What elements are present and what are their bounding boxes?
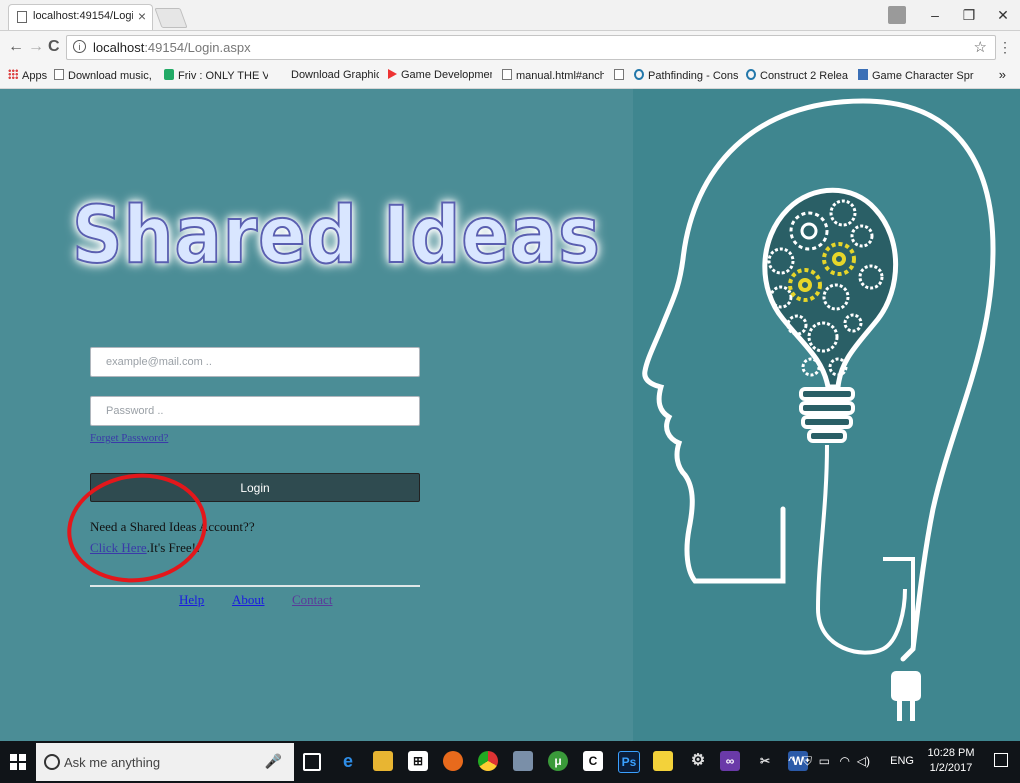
about-link[interactable]: About (232, 592, 265, 608)
settings-gear-icon[interactable]: ⚙ (688, 751, 708, 771)
battery-icon[interactable]: ▭ (819, 754, 830, 768)
bookmark-item[interactable]: Pathfinding - Constru (634, 69, 738, 82)
page-content: Shared Ideas Forget Password? Login Need… (0, 89, 1020, 741)
maximize-button[interactable]: ❐ (952, 7, 986, 24)
cortana-search-box[interactable]: Ask me anything 🎤 (36, 743, 294, 781)
app-icon[interactable] (513, 751, 533, 771)
bookmark-item[interactable]: Game Development V (388, 69, 492, 81)
construct-icon (634, 69, 644, 80)
address-bar[interactable]: i localhost:49154/Login.aspx ☆ (66, 35, 996, 60)
construct-icon[interactable]: C (583, 751, 603, 771)
bookmarks-bar: Apps Download music, mo Friv : ONLY THE … (0, 64, 1020, 89)
file-explorer-icon[interactable] (373, 751, 393, 771)
page-icon (54, 69, 64, 80)
forgot-password-link[interactable]: Forget Password? (90, 432, 168, 444)
sticky-notes-icon[interactable] (653, 751, 673, 771)
photoshop-icon[interactable]: Ps (618, 751, 640, 773)
edge-icon[interactable]: e (338, 751, 358, 771)
bookmark-star-icon[interactable]: ☆ (974, 38, 987, 56)
illustration-panel (633, 89, 1020, 741)
browser-toolbar: ← → C i localhost:49154/Login.aspx ☆ ⋮ (0, 31, 1020, 64)
bookmark-item[interactable]: manual.html#anchor- (502, 69, 604, 82)
head-lightbulb-illustration (642, 98, 996, 721)
apps-icon (8, 69, 18, 80)
search-placeholder: Ask me anything (64, 755, 161, 770)
browser-tab[interactable]: localhost:49154/Login.as × (8, 4, 153, 30)
windows-logo-icon (10, 754, 17, 761)
minimize-button[interactable]: – (918, 7, 952, 23)
page-icon (614, 69, 624, 80)
game-character-icon (858, 69, 868, 80)
firefox-icon[interactable] (443, 751, 463, 771)
close-window-button[interactable]: ✕ (986, 7, 1020, 24)
task-view-icon[interactable] (303, 753, 321, 771)
url-text[interactable]: localhost:49154/Login.aspx (93, 40, 251, 55)
bookmark-item[interactable]: Download music, mo (54, 69, 154, 82)
action-center-icon[interactable] (994, 753, 1008, 767)
tray-expand-icon[interactable]: ^ (788, 754, 794, 768)
tools-icon[interactable]: ✂ (755, 751, 775, 771)
profile-icon[interactable] (888, 6, 906, 24)
plug-icon (891, 671, 921, 701)
start-button[interactable] (10, 754, 26, 770)
bookmark-item[interactable]: Construct 2 Releases (746, 69, 848, 82)
help-link[interactable]: Help (179, 592, 204, 608)
email-field[interactable] (90, 347, 420, 377)
new-tab-button[interactable] (154, 8, 188, 28)
clock[interactable]: 10:28 PM 1/2/2017 (926, 746, 976, 776)
forward-button[interactable]: → (28, 38, 44, 56)
clock-date: 1/2/2017 (929, 762, 973, 774)
menu-icon[interactable]: ⋮ (998, 39, 1012, 56)
bookmark-apps[interactable]: Apps (8, 69, 47, 82)
contact-link[interactable]: Contact (292, 592, 332, 608)
construct-icon (746, 69, 756, 80)
page-icon (502, 69, 512, 80)
bookmark-item[interactable] (614, 69, 628, 82)
friv-icon (164, 69, 174, 80)
play-icon (388, 69, 397, 79)
wifi-icon[interactable]: ◠ (840, 754, 850, 768)
shield-icon[interactable]: ⛨ (803, 754, 812, 769)
chrome-icon[interactable] (478, 751, 498, 771)
tab-strip: localhost:49154/Login.as × – ❐ ✕ (0, 0, 1020, 31)
bookmark-item[interactable]: Download Graphicriv (291, 69, 379, 81)
cortana-icon (44, 754, 60, 770)
windows-taskbar: Ask me anything 🎤 e ⊞ μ C Ps ⚙ ∞ ✂ W ^ ⛨… (0, 741, 1020, 783)
reload-button[interactable]: C (48, 38, 60, 56)
password-field[interactable] (90, 396, 420, 426)
microphone-icon[interactable]: 🎤 (265, 753, 282, 770)
utorrent-icon[interactable]: μ (548, 751, 568, 771)
tab-close-icon[interactable]: × (138, 8, 146, 24)
visual-studio-icon[interactable]: ∞ (720, 751, 740, 771)
back-button[interactable]: ← (8, 38, 24, 56)
bookmark-item[interactable]: Friv : ONLY THE VERY (164, 69, 268, 82)
info-icon[interactable]: i (73, 40, 86, 53)
language-indicator[interactable]: ENG (890, 755, 914, 767)
clock-time: 10:28 PM (927, 747, 975, 759)
divider (90, 585, 420, 587)
bookmark-item[interactable]: Game Character Sprit (858, 69, 974, 82)
bookmarks-overflow-button[interactable]: » (999, 67, 1006, 82)
volume-icon[interactable]: ◁) (857, 754, 870, 768)
tab-title: localhost:49154/Login.as (33, 10, 133, 22)
store-icon[interactable]: ⊞ (408, 751, 428, 771)
page-icon (17, 11, 27, 23)
site-logo: Shared Ideas (71, 190, 601, 282)
